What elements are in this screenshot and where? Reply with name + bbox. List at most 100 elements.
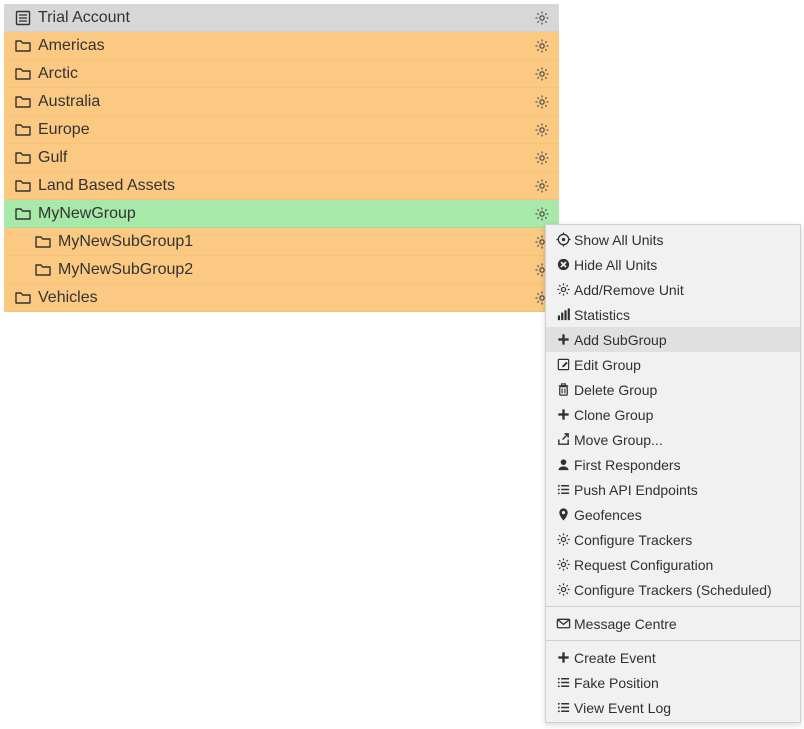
menu-item[interactable]: Configure Trackers bbox=[546, 527, 800, 552]
tree-row-label: Arctic bbox=[38, 65, 533, 83]
menu-item[interactable]: Clone Group bbox=[546, 402, 800, 427]
gear-icon[interactable] bbox=[533, 205, 551, 223]
menu-item[interactable]: View Event Log bbox=[546, 695, 800, 720]
tree-row-label: Vehicles bbox=[38, 289, 533, 307]
group-context-menu: Show All Units Hide All Units Add/Remove U… bbox=[545, 224, 801, 723]
menu-item-label: Configure Trackers (Scheduled) bbox=[574, 582, 790, 598]
menu-item[interactable]: Request Configuration bbox=[546, 552, 800, 577]
menu-item-label: First Responders bbox=[574, 457, 790, 473]
menu-item-label: Hide All Units bbox=[574, 257, 790, 273]
menu-item[interactable]: Message Centre bbox=[546, 611, 800, 636]
menu-item[interactable]: First Responders bbox=[546, 452, 800, 477]
menu-item[interactable]: Show All Units bbox=[546, 227, 800, 252]
edit-icon bbox=[552, 357, 574, 372]
folder-icon bbox=[14, 177, 32, 195]
menu-item-label: Delete Group bbox=[574, 382, 790, 398]
menu-separator bbox=[546, 606, 800, 607]
menu-item-label: Configure Trackers bbox=[574, 532, 790, 548]
menu-item-label: Push API Endpoints bbox=[574, 482, 790, 498]
menu-item[interactable]: Configure Trackers (Scheduled) bbox=[546, 577, 800, 602]
bars-icon bbox=[552, 307, 574, 322]
menu-icon bbox=[552, 700, 574, 715]
menu-item-label: Request Configuration bbox=[574, 557, 790, 573]
menu-item-label: Fake Position bbox=[574, 675, 790, 691]
folder-icon bbox=[14, 289, 32, 307]
target-icon bbox=[552, 232, 574, 247]
menu-item[interactable]: Geofences bbox=[546, 502, 800, 527]
tree-row-label: Americas bbox=[38, 37, 533, 55]
menu-item[interactable]: Statistics bbox=[546, 302, 800, 327]
tree-row[interactable]: Land Based Assets bbox=[4, 172, 559, 200]
list-icon bbox=[14, 9, 32, 27]
gear-icon bbox=[552, 557, 574, 572]
tree-row-label: Europe bbox=[38, 121, 533, 139]
tree-row[interactable]: Australia bbox=[4, 88, 559, 116]
menu-item-label: Message Centre bbox=[574, 616, 790, 632]
group-tree: Trial Account Americas Arctic Australia Eur… bbox=[4, 4, 559, 312]
menu-item-label: Show All Units bbox=[574, 232, 790, 248]
tree-row[interactable]: Arctic bbox=[4, 60, 559, 88]
gear-icon[interactable] bbox=[533, 9, 551, 27]
menu-item[interactable]: Delete Group bbox=[546, 377, 800, 402]
gear-icon bbox=[552, 282, 574, 297]
tree-row[interactable]: Americas bbox=[4, 32, 559, 60]
folder-icon bbox=[14, 93, 32, 111]
tree-root-row[interactable]: Trial Account bbox=[4, 4, 559, 32]
tree-row[interactable]: Europe bbox=[4, 116, 559, 144]
person-icon bbox=[552, 457, 574, 472]
menu-icon bbox=[552, 675, 574, 690]
tree-row[interactable]: MyNewSubGroup2 bbox=[4, 256, 559, 284]
tree-row[interactable]: MyNewSubGroup1 bbox=[4, 228, 559, 256]
plus-icon bbox=[552, 332, 574, 347]
pin-icon bbox=[552, 507, 574, 522]
menu-item[interactable]: Add SubGroup bbox=[546, 327, 800, 352]
menu-item[interactable]: Push API Endpoints bbox=[546, 477, 800, 502]
tree-row[interactable]: Gulf bbox=[4, 144, 559, 172]
menu-icon bbox=[552, 482, 574, 497]
menu-item[interactable]: Hide All Units bbox=[546, 252, 800, 277]
tree-row-label: MyNewGroup bbox=[38, 205, 533, 223]
folder-icon bbox=[14, 149, 32, 167]
menu-item[interactable]: Move Group... bbox=[546, 427, 800, 452]
menu-separator bbox=[546, 640, 800, 641]
folder-icon bbox=[34, 233, 52, 251]
menu-item-label: View Event Log bbox=[574, 700, 790, 716]
menu-item[interactable]: Create Event bbox=[546, 645, 800, 670]
tree-row-label: Australia bbox=[38, 93, 533, 111]
folder-icon bbox=[34, 261, 52, 279]
plus-icon bbox=[552, 650, 574, 665]
folder-icon bbox=[14, 205, 32, 223]
gear-icon[interactable] bbox=[533, 177, 551, 195]
gear-icon[interactable] bbox=[533, 37, 551, 55]
tree-row-label: Land Based Assets bbox=[38, 177, 533, 195]
menu-item-label: Add/Remove Unit bbox=[574, 282, 790, 298]
menu-item[interactable]: Fake Position bbox=[546, 670, 800, 695]
folder-icon bbox=[14, 37, 32, 55]
menu-item[interactable]: Edit Group bbox=[546, 352, 800, 377]
close-circle-icon bbox=[552, 257, 574, 272]
gear-icon[interactable] bbox=[533, 121, 551, 139]
gear-icon bbox=[552, 532, 574, 547]
plus-icon bbox=[552, 407, 574, 422]
gear-icon bbox=[552, 582, 574, 597]
menu-item-label: Create Event bbox=[574, 650, 790, 666]
menu-item[interactable]: Add/Remove Unit bbox=[546, 277, 800, 302]
gear-icon[interactable] bbox=[533, 149, 551, 167]
tree-row-label: Gulf bbox=[38, 149, 533, 167]
gear-icon[interactable] bbox=[533, 93, 551, 111]
folder-icon bbox=[14, 121, 32, 139]
mail-icon bbox=[552, 616, 574, 631]
menu-item-label: Add SubGroup bbox=[574, 332, 790, 348]
tree-row-label: MyNewSubGroup2 bbox=[58, 261, 533, 279]
menu-item-label: Edit Group bbox=[574, 357, 790, 373]
menu-item-label: Move Group... bbox=[574, 432, 790, 448]
tree-root-label: Trial Account bbox=[38, 9, 533, 27]
tree-row[interactable]: MyNewGroup bbox=[4, 200, 559, 228]
tree-row[interactable]: Vehicles bbox=[4, 284, 559, 312]
gear-icon[interactable] bbox=[533, 65, 551, 83]
tree-row-label: MyNewSubGroup1 bbox=[58, 233, 533, 251]
menu-item-label: Geofences bbox=[574, 507, 790, 523]
folder-icon bbox=[14, 65, 32, 83]
menu-item-label: Statistics bbox=[574, 307, 790, 323]
trash-icon bbox=[552, 382, 574, 397]
